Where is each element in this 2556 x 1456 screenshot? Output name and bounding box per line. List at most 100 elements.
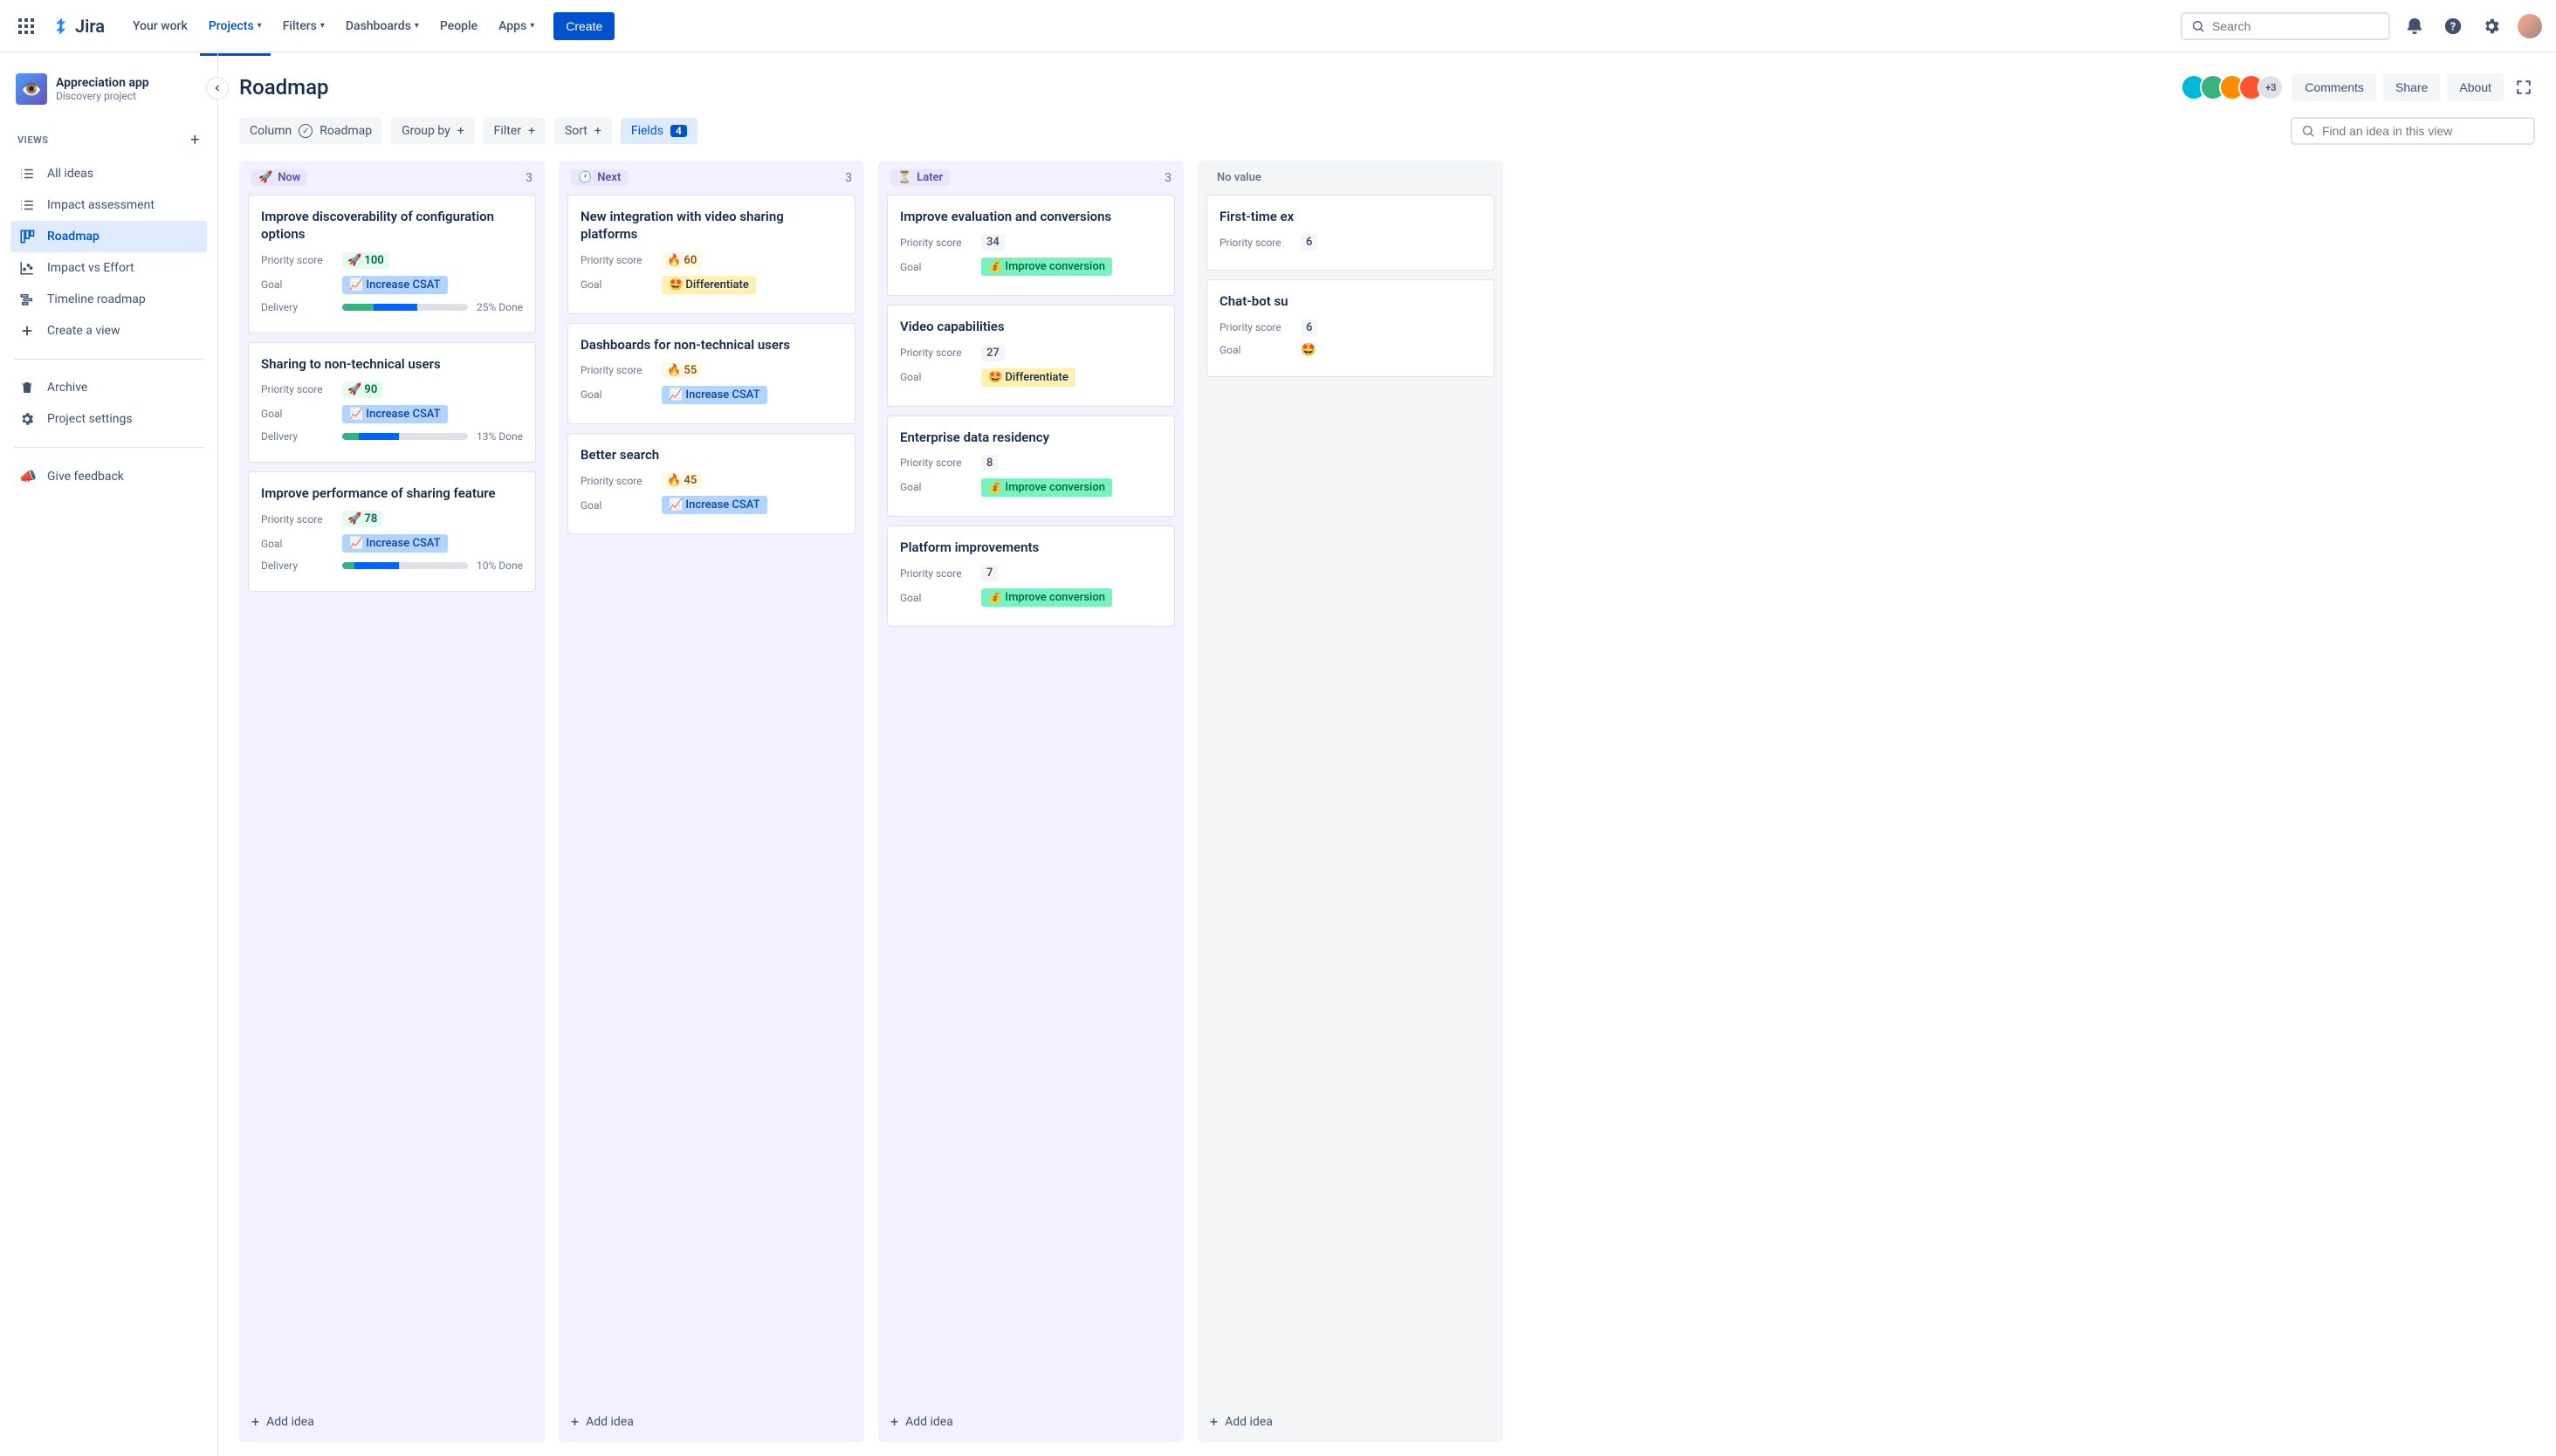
nav-projects[interactable]: Projects▾ <box>200 12 271 40</box>
check-icon: ✓ <box>299 124 313 138</box>
priority-score: 6 <box>1301 234 1317 251</box>
collaborator-avatars[interactable]: +3 <box>2188 74 2284 100</box>
fullscreen-icon[interactable] <box>2512 76 2535 99</box>
nav-dashboards[interactable]: Dashboards▾ <box>337 12 428 40</box>
idea-card[interactable]: Sharing to non-technical users Priority s… <box>248 342 536 463</box>
give-feedback[interactable]: 📣 Give feedback <box>10 460 207 492</box>
priority-label: Priority score <box>581 364 655 376</box>
share-button[interactable]: Share <box>2383 73 2440 101</box>
top-nav: Jira Your workProjects▾Filters▾Dashboard… <box>0 0 2556 52</box>
card-title: Improve discoverability of configuration… <box>261 208 523 244</box>
card-title: First-time ex <box>1220 208 1481 225</box>
idea-card[interactable]: First-time exPriority score6 <box>1206 195 1494 271</box>
column-later: ⏳Later3Improve evaluation and conversion… <box>878 161 1184 1442</box>
megaphone-icon: 📣 <box>19 468 37 484</box>
group-by-control[interactable]: Group by+ <box>391 118 475 144</box>
nav-filters[interactable]: Filters▾ <box>274 12 333 40</box>
goal-label: Goal <box>581 388 655 401</box>
settings-icon[interactable] <box>2477 12 2505 40</box>
column-emoji: ⏳ <box>897 171 911 184</box>
priority-score: 🚀 90 <box>342 381 382 398</box>
priority-score: 7 <box>981 565 998 581</box>
global-search[interactable] <box>2181 12 2390 40</box>
priority-label: Priority score <box>1220 321 1294 333</box>
goal-label: Goal <box>261 278 335 291</box>
idea-card[interactable]: Chat-bot suPriority score6Goal🤩 <box>1206 279 1494 376</box>
sidebar-impact-vs-effort[interactable]: Impact vs Effort <box>10 252 207 284</box>
chevron-down-icon: ▾ <box>258 21 262 31</box>
sidebar-create-a-view[interactable]: Create a view <box>10 315 207 347</box>
card-title: New integration with video sharing platf… <box>581 208 842 244</box>
column-tag: 🕐Next <box>571 169 628 186</box>
project-name: Appreciation app <box>56 76 149 90</box>
card-title: Improve evaluation and conversions <box>900 208 1162 225</box>
goal-badge: 🤩 Differentiate <box>662 276 756 294</box>
sidebar-roadmap[interactable]: Roadmap <box>10 221 207 252</box>
add-idea-button[interactable]: +Add idea <box>878 1401 1184 1442</box>
idea-card[interactable]: Dashboards for non-technical users Priori… <box>567 323 855 424</box>
goal-label: Goal <box>581 278 655 291</box>
add-idea-button[interactable]: +Add idea <box>1198 1401 1503 1442</box>
add-view-icon[interactable]: + <box>190 131 200 149</box>
goal-label: Goal <box>261 538 335 550</box>
idea-card[interactable]: Improve performance of sharing featurePr… <box>248 471 536 592</box>
add-idea-button[interactable]: +Add idea <box>559 1401 864 1442</box>
filter-control[interactable]: Filter+ <box>484 118 546 144</box>
comments-button[interactable]: Comments <box>2292 73 2376 101</box>
priority-label: Priority score <box>261 383 335 395</box>
priority-score: 27 <box>981 345 1005 361</box>
search-input[interactable] <box>2212 19 2380 33</box>
card-title: Enterprise data residency <box>900 429 1162 446</box>
delivery-percent: 10% Done <box>477 560 523 572</box>
project-header[interactable]: 👁️ Appreciation app Discovery project <box>10 70 207 119</box>
sidebar-timeline-roadmap[interactable]: Timeline roadmap <box>10 284 207 315</box>
sidebar-project-settings[interactable]: Project settings <box>10 403 207 435</box>
about-button[interactable]: About <box>2447 73 2504 101</box>
idea-card[interactable]: Improve discoverability of configuration… <box>248 195 536 333</box>
plus-icon: + <box>251 1413 259 1430</box>
sort-control[interactable]: Sort+ <box>554 118 612 144</box>
idea-card[interactable]: Improve evaluation and conversionsPriori… <box>887 195 1175 296</box>
goal-badge: 🤩 Differentiate <box>981 368 1075 387</box>
add-idea-button[interactable]: +Add idea <box>239 1401 545 1442</box>
app-switcher-icon[interactable] <box>12 12 40 40</box>
goal-label: Goal <box>581 499 655 512</box>
plus-icon: + <box>890 1413 898 1430</box>
column-tag: 🚀Now <box>251 169 307 186</box>
sidebar-all-ideas[interactable]: All ideas <box>10 158 207 189</box>
create-button[interactable]: Create <box>553 12 615 40</box>
nav-your-work[interactable]: Your work <box>124 12 196 40</box>
column-control[interactable]: Column ✓ Roadmap <box>239 118 382 144</box>
nav-people[interactable]: People <box>431 12 486 40</box>
priority-score: 🔥 45 <box>662 472 702 489</box>
fields-control[interactable]: Fields 4 <box>621 118 697 144</box>
card-title: Better search <box>581 446 842 464</box>
idea-card[interactable]: Enterprise data residencyPriority score8… <box>887 416 1175 517</box>
priority-score: 🔥 60 <box>662 252 702 269</box>
sidebar-archive[interactable]: Archive <box>10 372 207 403</box>
timeline-icon <box>19 292 37 307</box>
column-now: 🚀Now3Improve discoverability of configur… <box>239 161 545 1442</box>
sidebar-impact-assessment[interactable]: Impact assessment <box>10 189 207 221</box>
avatar-overflow[interactable]: +3 <box>2257 74 2284 100</box>
delivery-label: Delivery <box>261 301 335 313</box>
help-icon[interactable]: ? <box>2439 12 2467 40</box>
svg-text:?: ? <box>2450 20 2456 33</box>
profile-avatar[interactable] <box>2516 12 2544 40</box>
card-title: Sharing to non-technical users <box>261 355 523 373</box>
idea-card[interactable]: Platform improvementsPriority score7Goal… <box>887 525 1175 627</box>
card-title: Dashboards for non-technical users <box>581 336 842 354</box>
idea-card[interactable]: New integration with video sharing platf… <box>567 195 855 314</box>
jira-logo[interactable]: Jira <box>45 16 112 37</box>
find-idea-input[interactable] <box>2322 124 2525 138</box>
nav-apps[interactable]: Apps▾ <box>490 12 543 40</box>
priority-score: 34 <box>981 234 1005 251</box>
collapse-sidebar-button[interactable] <box>206 77 229 100</box>
priority-score: 8 <box>981 455 998 471</box>
idea-card[interactable]: Better searchPriority score🔥 45Goal📈 Inc… <box>567 433 855 534</box>
priority-score: 6 <box>1301 319 1317 336</box>
notifications-icon[interactable] <box>2401 12 2429 40</box>
goal-label: Goal <box>900 371 974 383</box>
find-idea-search[interactable] <box>2291 117 2535 145</box>
idea-card[interactable]: Video capabilitiesPriority score27Goal🤩 … <box>887 305 1175 406</box>
